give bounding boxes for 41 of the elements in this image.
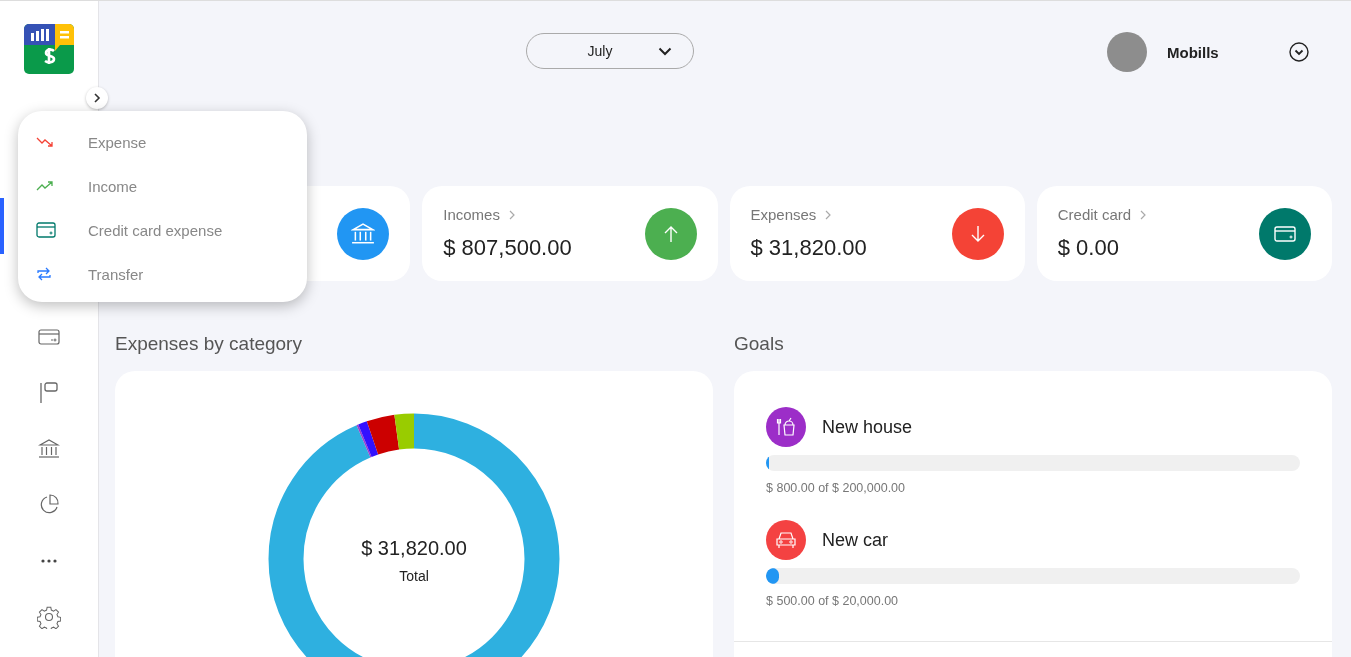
chevron-icon [508,209,515,220]
trend-up-icon [36,180,54,192]
nav-flag-icon[interactable] [37,381,61,405]
menu-item[interactable]: Transfer [18,252,307,296]
food-drink-icon [766,407,806,447]
goal-name: New car [822,529,888,551]
total-amount: $ 31,820.00 [361,537,467,560]
section-title: Expenses by category [115,333,303,355]
card-label: Incomes [443,206,500,223]
avatar[interactable] [1107,32,1147,72]
menu-item[interactable]: Expense [18,120,307,164]
credit-card-icon [36,222,56,238]
goal-amount-text: $ 500.00 of $ 20,000.00 [766,594,900,608]
card-amount: $ 807,500.00 [443,235,572,261]
summary-card[interactable]: Expenses $ 31,820.00 [729,186,1025,281]
app-logo [24,24,74,74]
chevron-right-icon [93,93,101,103]
dropdown-icon[interactable] [1289,42,1309,62]
chevron-down-icon [658,46,673,56]
card-amount: $ 0.00 [1057,235,1120,261]
menu-item[interactable]: Income [18,164,307,208]
total-label: Total [399,568,429,584]
section-title: Goals [734,333,785,355]
goal-name: New house [822,416,913,438]
card-label: Credit card [1057,206,1132,223]
car-icon [766,520,806,560]
collapse-button[interactable] [86,87,108,109]
summary-card[interactable]: Incomes $ 807,500.00 [422,186,718,281]
chevron-icon [825,209,832,220]
trend-down-icon [36,136,54,148]
goal-amount-text: $ 800.00 of $ 200,000.00 [766,481,906,495]
nav-settings-icon[interactable] [37,605,61,629]
chevron-icon [1140,209,1147,220]
card-label: Expenses [750,206,817,223]
summary-card[interactable]: Credit card $ 0.00 [1036,186,1332,281]
active-indicator [0,198,4,254]
card-amount: $ 31,820.00 [750,235,867,261]
menu-item[interactable]: Credit card expense [18,208,307,252]
transfer-icon [36,266,52,282]
nav-bank-icon[interactable] [37,437,61,461]
user-name: Mobills [1167,43,1220,61]
